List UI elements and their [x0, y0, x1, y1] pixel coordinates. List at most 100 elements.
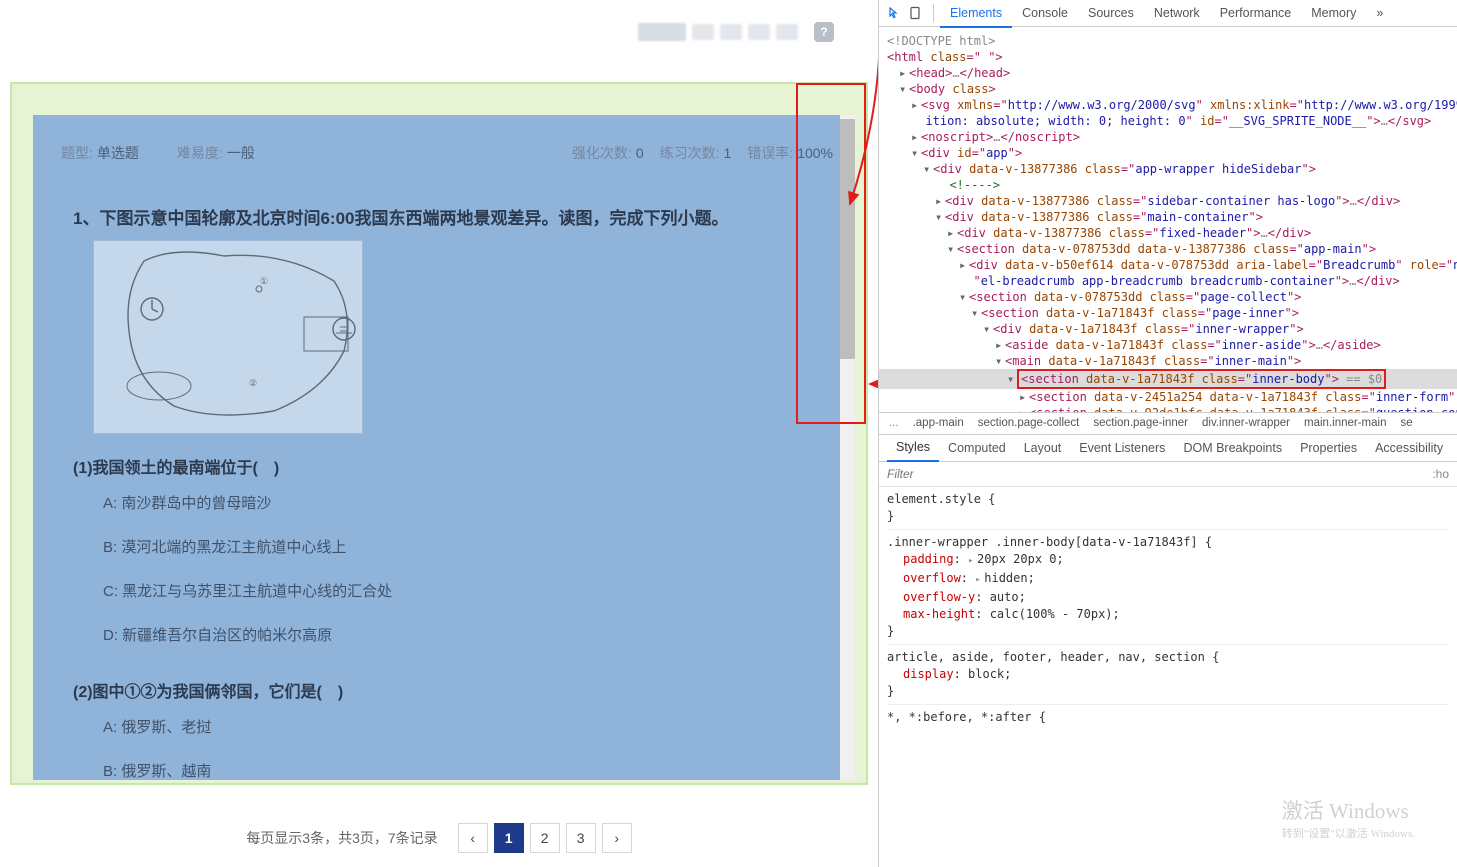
- tab-listeners[interactable]: Event Listeners: [1070, 435, 1174, 461]
- tab-sources[interactable]: Sources: [1078, 0, 1144, 26]
- breadcrumb-item[interactable]: .app-main: [913, 417, 964, 429]
- breadcrumb-item[interactable]: section.page-collect: [978, 417, 1080, 429]
- dom-app[interactable]: ▾<div id="app">: [879, 145, 1457, 161]
- dom-svg-cont[interactable]: ition: absolute; width: 0; height: 0" id…: [879, 113, 1457, 129]
- meta-type-label: 题型:: [61, 145, 93, 161]
- breadcrumb-ell[interactable]: ...: [889, 417, 899, 429]
- option-d[interactable]: D: 新疆维吾尔自治区的帕米尔高原: [33, 614, 855, 658]
- option-a2[interactable]: A: 俄罗斯、老挝: [33, 706, 855, 750]
- dom-head[interactable]: ▸<head>…</head>: [879, 65, 1457, 81]
- page-body: 题型:单选题 难易度:一般 强化次数:0 练习次数:1 错误率:100% 1、下…: [10, 82, 868, 785]
- dom-app-main[interactable]: ▾<section data-v-078753dd data-v-1387738…: [879, 241, 1457, 257]
- dom-app-wrapper[interactable]: ▾<div data-v-13877386 class="app-wrapper…: [879, 161, 1457, 177]
- tab-layout[interactable]: Layout: [1015, 435, 1071, 461]
- dom-inner-main[interactable]: ▾<main data-v-1a71843f class="inner-main…: [879, 353, 1457, 369]
- dom-breadcrumb-path[interactable]: ... .app-main section.page-collect secti…: [879, 412, 1457, 435]
- styles-filter-row: :ho: [879, 462, 1457, 487]
- question-part1-title: (1)我国领土的最南端位于( ): [33, 434, 855, 482]
- question-part2-title: (2)图中①②为我国俩邻国，它们是( ): [33, 658, 855, 706]
- breadcrumb-item[interactable]: se: [1400, 417, 1412, 429]
- meta-practice-label: 练习次数:: [660, 145, 720, 161]
- devtools-tabs: Elements Console Sources Network Perform…: [879, 0, 1457, 27]
- option-b2[interactable]: B: 俄罗斯、越南: [33, 750, 855, 780]
- pagination-page-3[interactable]: 3: [566, 823, 596, 853]
- pagination-next[interactable]: ›: [602, 823, 632, 853]
- tab-styles[interactable]: Styles: [887, 434, 939, 462]
- page-left: ? 题型:单选题 难易度:一般 强化次数:0 练习次数:1 错误率:100% 1…: [0, 0, 878, 867]
- pagination-page-1[interactable]: 1: [494, 823, 524, 853]
- dom-noscript[interactable]: ▸<noscript>…</noscript>: [879, 129, 1457, 145]
- meta-practice-value: 1: [724, 145, 732, 161]
- dom-inner-form[interactable]: ▸<section data-v-2451a254 data-v-1a71843…: [879, 389, 1457, 405]
- dom-doctype[interactable]: <!DOCTYPE html>: [879, 33, 1457, 49]
- meta-type-value: 单选题: [97, 145, 139, 161]
- dom-sidebar[interactable]: ▸<div data-v-13877386 class="sidebar-con…: [879, 193, 1457, 209]
- option-b[interactable]: B: 漠河北端的黑龙江主航道中心线上: [33, 526, 855, 570]
- pagination-info: 每页显示3条，共3页，7条记录: [246, 828, 437, 848]
- blurred-pill: [638, 23, 686, 41]
- dom-comment[interactable]: <!---->: [879, 177, 1457, 193]
- tab-performance[interactable]: Performance: [1210, 0, 1302, 26]
- question-meta-row: 题型:单选题 难易度:一般 强化次数:0 练习次数:1 错误率:100%: [33, 115, 855, 173]
- blurred-pill: [748, 24, 770, 40]
- breadcrumb-item[interactable]: section.page-inner: [1093, 417, 1188, 429]
- styles-filter-input[interactable]: [887, 467, 1432, 481]
- tab-accessibility[interactable]: Accessibility: [1366, 435, 1452, 461]
- tab-console[interactable]: Console: [1012, 0, 1078, 26]
- devtools-panel: Elements Console Sources Network Perform…: [878, 0, 1457, 867]
- pagination: 每页显示3条，共3页，7条记录 ‹ 1 2 3 ›: [0, 823, 878, 853]
- help-icon[interactable]: ?: [814, 22, 834, 42]
- css-rule: *, *:before, *:after {: [887, 709, 1449, 730]
- china-map-illustration: ① ②: [94, 241, 363, 434]
- meta-error-label: 错误率:: [747, 145, 793, 161]
- annotation-box-scrollbar: [796, 83, 866, 424]
- css-rule: article, aside, footer, header, nav, sec…: [887, 649, 1449, 705]
- question-image: ① ②: [93, 240, 363, 434]
- content-highlighted-area: 题型:单选题 难易度:一般 强化次数:0 练习次数:1 错误率:100% 1、下…: [33, 115, 855, 780]
- dom-body[interactable]: ▾<body class>: [879, 81, 1457, 97]
- device-toggle-icon[interactable]: [907, 5, 923, 21]
- blurred-pill: [720, 24, 742, 40]
- css-rule: element.style { }: [887, 491, 1449, 530]
- question-title: 1、下图示意中国轮廓及北京时间6:00我国东西端两地景观差异。读图，完成下列小题…: [33, 173, 855, 240]
- dom-html[interactable]: <html class=" ">: [879, 49, 1457, 65]
- dom-tree[interactable]: <!DOCTYPE html> <html class=" "> ▸<head>…: [879, 27, 1457, 412]
- pagination-page-2[interactable]: 2: [530, 823, 560, 853]
- dom-svg[interactable]: ▸<svg xmlns="http://www.w3.org/2000/svg"…: [879, 97, 1457, 113]
- dom-page-inner[interactable]: ▾<section data-v-1a71843f class="page-in…: [879, 305, 1457, 321]
- dom-inner-body-selected[interactable]: ⋯▾<section data-v-1a71843f class="inner-…: [879, 369, 1457, 389]
- dom-main-container[interactable]: ▾<div data-v-13877386 class="main-contai…: [879, 209, 1457, 225]
- tab-elements[interactable]: Elements: [940, 0, 1012, 28]
- topbar-blurred-controls: ?: [638, 22, 834, 42]
- option-c[interactable]: C: 黑龙江与乌苏里江主航道中心线的汇合处: [33, 570, 855, 614]
- breadcrumb-item[interactable]: div.inner-wrapper: [1202, 417, 1290, 429]
- pagination-prev[interactable]: ‹: [458, 823, 488, 853]
- breadcrumb-item[interactable]: main.inner-main: [1304, 417, 1386, 429]
- blurred-pill: [776, 24, 798, 40]
- dom-breadcrumb[interactable]: ▸<div data-v-b50ef614 data-v-078753dd ar…: [879, 257, 1457, 273]
- inspect-icon[interactable]: [887, 5, 903, 21]
- meta-reinforce-value: 0: [636, 145, 644, 161]
- svg-text:①: ①: [260, 276, 268, 286]
- svg-text:②: ②: [249, 378, 257, 388]
- meta-reinforce-label: 强化次数:: [572, 145, 632, 161]
- tab-network[interactable]: Network: [1144, 0, 1210, 26]
- hov-toggle[interactable]: :ho: [1432, 467, 1449, 481]
- dom-page-collect[interactable]: ▾<section data-v-078753dd class="page-co…: [879, 289, 1457, 305]
- option-a[interactable]: A: 南沙群岛中的曾母暗沙: [33, 482, 855, 526]
- divider: [933, 4, 934, 22]
- meta-difficulty-value: 一般: [227, 145, 255, 161]
- blurred-pill: [692, 24, 714, 40]
- tab-dom-breakpoints[interactable]: DOM Breakpoints: [1174, 435, 1291, 461]
- tab-computed[interactable]: Computed: [939, 435, 1015, 461]
- tab-properties[interactable]: Properties: [1291, 435, 1366, 461]
- meta-difficulty-label: 难易度:: [177, 145, 223, 161]
- styles-tabs: Styles Computed Layout Event Listeners D…: [879, 435, 1457, 462]
- tab-memory[interactable]: Memory: [1301, 0, 1366, 26]
- tabs-more-icon[interactable]: »: [1370, 2, 1389, 24]
- windows-activation-watermark: 激活 Windows 转到"设置"以激活 Windows.: [1282, 795, 1415, 841]
- dom-breadcrumb2[interactable]: "el-breadcrumb app-breadcrumb breadcrumb…: [879, 273, 1457, 289]
- dom-fixed-header[interactable]: ▸<div data-v-13877386 class="fixed-heade…: [879, 225, 1457, 241]
- dom-inner-aside[interactable]: ▸<aside data-v-1a71843f class="inner-asi…: [879, 337, 1457, 353]
- dom-inner-wrapper[interactable]: ▾<div data-v-1a71843f class="inner-wrapp…: [879, 321, 1457, 337]
